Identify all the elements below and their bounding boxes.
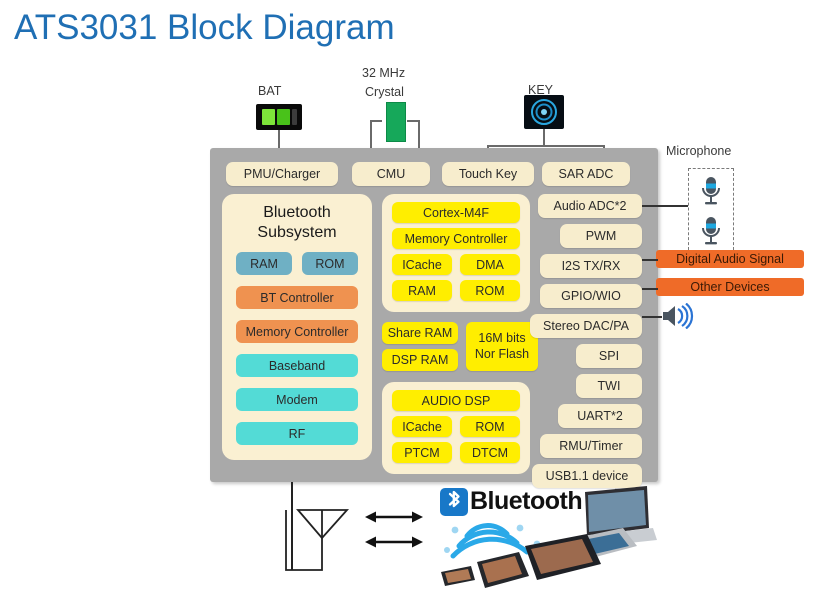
- key-bus-line: [487, 145, 604, 147]
- block-dsp-icache[interactable]: ICache: [392, 416, 452, 437]
- bluetooth-subsystem-title-line1: Bluetooth: [263, 204, 331, 221]
- antenna-icon: [285, 482, 355, 572]
- microphone-label: Microphone: [666, 144, 732, 158]
- block-rmu-timer[interactable]: RMU/Timer: [540, 434, 642, 458]
- bidirectional-arrow-icon: [365, 510, 423, 529]
- block-stereo-dac-pa[interactable]: Stereo DAC/PA: [530, 314, 642, 338]
- block-spi[interactable]: SPI: [576, 344, 642, 368]
- bt-block-rom[interactable]: ROM: [302, 252, 358, 275]
- battery-icon: [256, 104, 302, 130]
- block-cpu-ram[interactable]: RAM: [392, 280, 452, 301]
- block-sar-adc[interactable]: SAR ADC: [542, 162, 630, 186]
- microphone-icon: [698, 174, 724, 208]
- audio-dsp-group: AUDIO DSP ICache ROM PTCM DTCM: [382, 382, 530, 474]
- block-cpu-memory-controller[interactable]: Memory Controller: [392, 228, 520, 249]
- cpu-group: Cortex-M4F Memory Controller ICache DMA …: [382, 194, 530, 312]
- block-twi[interactable]: TWI: [576, 374, 642, 398]
- block-pmu-charger[interactable]: PMU/Charger: [226, 162, 338, 186]
- block-dtcm[interactable]: DTCM: [460, 442, 520, 463]
- tag-other-devices[interactable]: Other Devices: [656, 278, 804, 296]
- block-cpu-dma[interactable]: DMA: [460, 254, 520, 275]
- bt-block-baseband[interactable]: Baseband: [236, 354, 358, 377]
- bt-block-rf[interactable]: RF: [236, 422, 358, 445]
- block-cpu-rom[interactable]: ROM: [460, 280, 520, 301]
- key-target-icon: [524, 95, 564, 129]
- block-gpio-wio[interactable]: GPIO/WIO: [540, 284, 642, 308]
- block-nor-flash[interactable]: 16M bits Nor Flash: [466, 322, 538, 371]
- block-touch-key[interactable]: Touch Key: [442, 162, 534, 186]
- block-audio-dsp[interactable]: AUDIO DSP: [392, 390, 520, 411]
- block-dsp-rom[interactable]: ROM: [460, 416, 520, 437]
- crystal-lead-right: [418, 120, 420, 148]
- crystal-lead-left: [370, 120, 372, 148]
- bt-block-modem[interactable]: Modem: [236, 388, 358, 411]
- bt-block-ram[interactable]: RAM: [236, 252, 292, 275]
- block-share-ram[interactable]: Share RAM: [382, 322, 458, 344]
- crystal-icon: [386, 102, 406, 142]
- bat-connector-line: [278, 130, 280, 148]
- bat-label: BAT: [258, 84, 282, 98]
- speaker-icon: [660, 302, 694, 334]
- tag-digital-audio-signal[interactable]: Digital Audio Signal: [656, 250, 804, 268]
- block-cpu-icache[interactable]: ICache: [392, 254, 452, 275]
- block-audio-adc[interactable]: Audio ADC*2: [538, 194, 642, 218]
- nor-flash-line2: Nor Flash: [474, 346, 530, 361]
- wireless-devices-image: [437, 484, 657, 602]
- block-pwm[interactable]: PWM: [560, 224, 642, 248]
- crystal-label-line2: Crystal: [365, 85, 404, 99]
- bluetooth-subsystem-title-line2: Subsystem: [257, 224, 337, 241]
- microphone-icon: [698, 214, 724, 248]
- microphone-group: [688, 168, 734, 255]
- crystal-label-line1: 32 MHz: [362, 66, 406, 80]
- key-stem-line: [543, 129, 545, 146]
- block-cmu[interactable]: CMU: [352, 162, 430, 186]
- crystal-lead-left-top: [370, 120, 382, 122]
- bt-block-memory-controller[interactable]: Memory Controller: [236, 320, 358, 343]
- mic-connector-line: [642, 205, 688, 207]
- i2s-connector-line: [642, 259, 658, 261]
- gpio-connector-line: [642, 288, 658, 290]
- dac-connector-line: [642, 316, 662, 318]
- block-cortex-m4f[interactable]: Cortex-M4F: [392, 202, 520, 223]
- chip-body: PMU/Charger CMU Touch Key SAR ADC Blueto…: [210, 148, 658, 488]
- block-ptcm[interactable]: PTCM: [392, 442, 452, 463]
- page-title: ATS3031 Block Diagram: [14, 8, 395, 47]
- bidirectional-arrow-icon: [365, 535, 423, 554]
- block-dsp-ram[interactable]: DSP RAM: [382, 349, 458, 371]
- bluetooth-subsystem-group: Bluetooth Subsystem RAM ROM BT Controlle…: [222, 194, 372, 460]
- block-i2s-tx-rx[interactable]: I2S TX/RX: [540, 254, 642, 278]
- bt-block-bt-controller[interactable]: BT Controller: [236, 286, 358, 309]
- block-uart[interactable]: UART*2: [558, 404, 642, 428]
- nor-flash-line1: 16M bits: [478, 330, 526, 345]
